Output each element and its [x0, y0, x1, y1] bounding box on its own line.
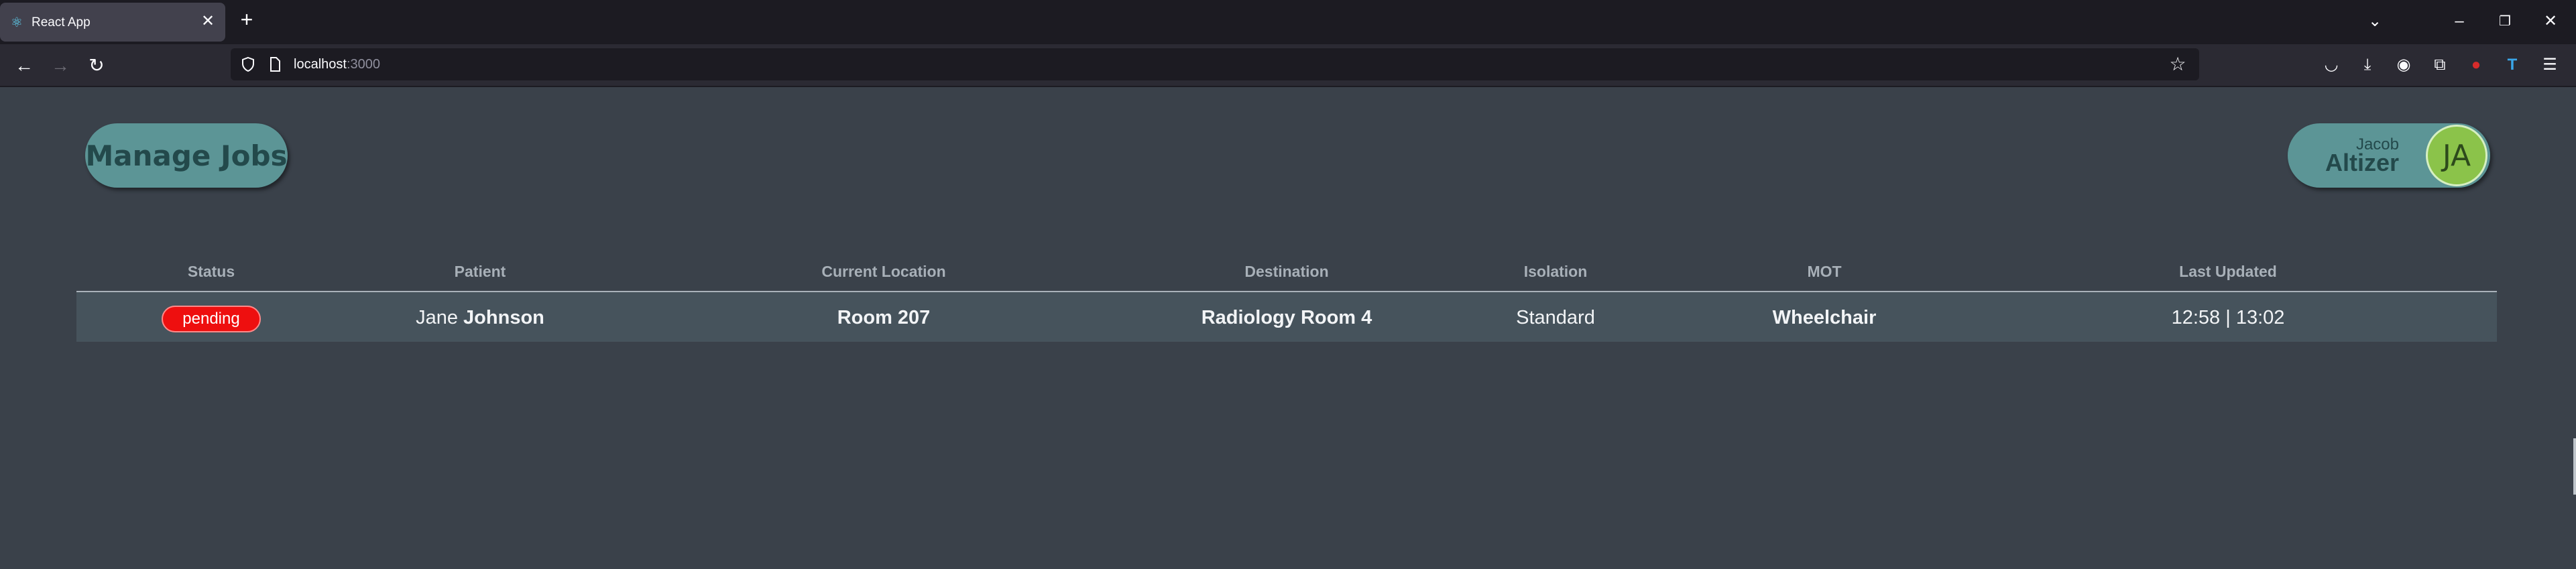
chrome-divider — [0, 86, 2576, 87]
manage-jobs-button[interactable]: Manage Jobs — [85, 123, 288, 188]
extensions-icon[interactable]: ⧉ — [2428, 54, 2451, 76]
browser-tab[interactable]: ⚛ React App ✕ — [0, 3, 225, 42]
tab-title: React App — [32, 15, 91, 29]
bookmark-star-icon[interactable]: ☆ — [2168, 55, 2187, 74]
user-profile-button[interactable]: Jacob Altizer JA — [2288, 123, 2490, 188]
user-last-name: Altizer — [2325, 149, 2399, 176]
close-window-icon[interactable]: ✕ — [2538, 9, 2563, 34]
browser-navigation-bar: ← → ↻ localhost:3000 ☆ ◡ ⤓ ◉ ⧉ ● T ☰ — [0, 44, 2576, 86]
mot-cell: Wheelchair — [1772, 307, 1877, 328]
last-updated-cell: 12:58 | 13:02 — [2171, 307, 2285, 328]
browser-tab-bar: ⚛ React App ✕ + ⌄ – ❐ ✕ — [0, 0, 2576, 44]
menu-icon[interactable]: ☰ — [2538, 54, 2561, 76]
restore-window-icon[interactable]: ❐ — [2493, 9, 2517, 34]
reload-icon[interactable]: ↻ — [84, 54, 109, 78]
url-text: localhost:3000 — [294, 57, 380, 72]
patient-last-name: Johnson — [463, 307, 544, 328]
new-tab-icon[interactable]: + — [236, 9, 257, 31]
jobs-table: Status Patient Current Location Destinat… — [76, 255, 2497, 342]
page-icon — [270, 57, 280, 72]
back-arrow-icon[interactable]: ← — [12, 54, 36, 78]
patient-name: Jane Johnson — [416, 307, 544, 329]
address-bar[interactable]: localhost:3000 ☆ — [231, 48, 2199, 80]
destination-cell: Radiology Room 4 — [1201, 307, 1372, 328]
shield-icon — [242, 56, 254, 72]
column-header-isolation: Isolation — [1523, 263, 1588, 280]
column-header-patient: Patient — [454, 263, 506, 280]
minimize-window-icon[interactable]: – — [2447, 9, 2471, 34]
forward-arrow-icon[interactable]: → — [48, 54, 72, 78]
scrollbar-thumb[interactable] — [2573, 438, 2576, 495]
react-icon: ⚛ — [11, 15, 23, 30]
pocket-icon[interactable]: ◡ — [2320, 54, 2343, 76]
download-icon[interactable]: ⤓ — [2356, 54, 2379, 76]
avatar[interactable]: JA — [2426, 125, 2487, 186]
column-header-status: Status — [187, 263, 235, 280]
close-tab-icon[interactable]: ✕ — [198, 12, 217, 31]
column-header-last-updated: Last Updated — [2179, 263, 2277, 280]
column-header-current-location: Current Location — [821, 263, 946, 280]
ublock-icon[interactable]: ● — [2465, 54, 2487, 76]
table-row[interactable]: pending Jane Johnson Room 207 Radiology … — [76, 292, 2497, 342]
column-header-destination: Destination — [1244, 263, 1329, 280]
column-header-mot: MOT — [1807, 263, 1842, 280]
status-badge: pending — [162, 306, 261, 332]
translate-extension-icon[interactable]: T — [2501, 54, 2524, 76]
table-header-row: Status Patient Current Location Destinat… — [76, 255, 2497, 292]
tab-list-chevron-icon[interactable]: ⌄ — [2363, 9, 2387, 34]
current-location-cell: Room 207 — [837, 307, 931, 328]
patient-first-name: Jane — [416, 307, 458, 328]
isolation-cell: Standard — [1516, 307, 1595, 328]
account-icon[interactable]: ◉ — [2392, 54, 2415, 76]
